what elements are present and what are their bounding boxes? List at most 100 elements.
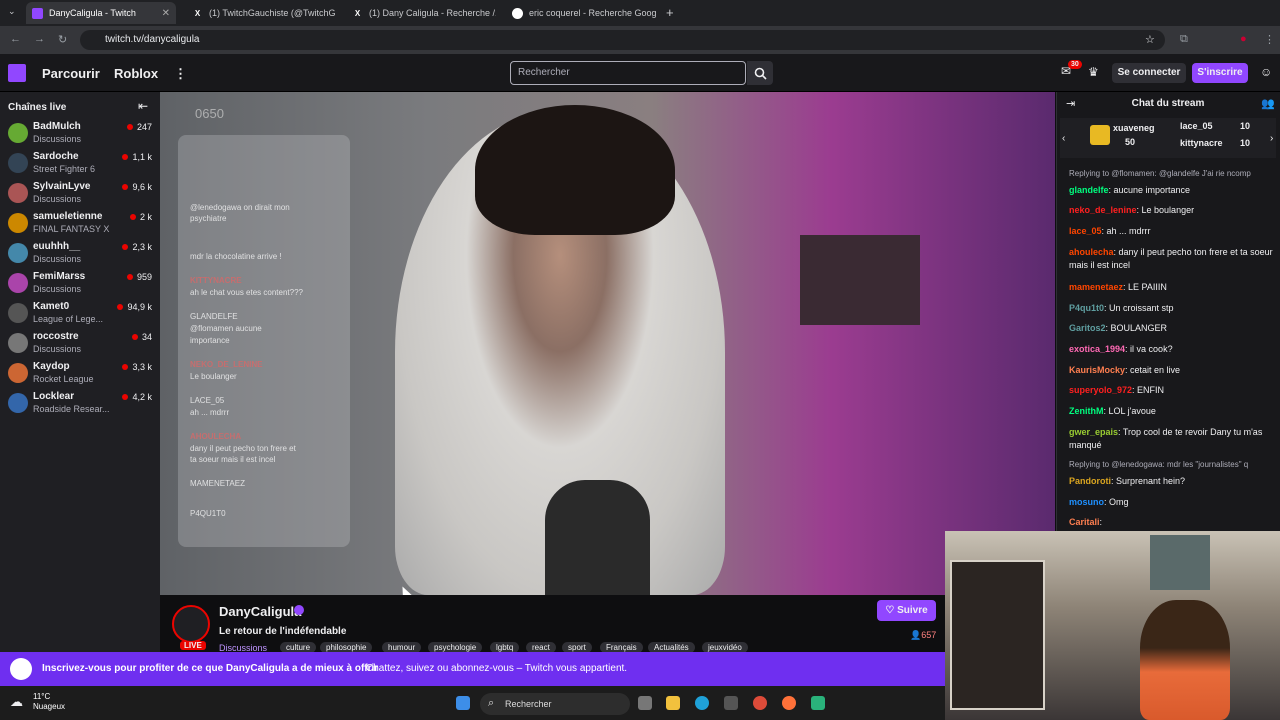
chat-username[interactable]: Caritali <box>1069 517 1100 527</box>
back-icon[interactable]: ← <box>10 33 21 45</box>
prime-crown-icon[interactable]: ♛ <box>1088 65 1099 79</box>
chat-text: : Omg <box>1104 497 1129 507</box>
channel-avatar <box>8 303 28 323</box>
gift-user: xuaveneg <box>1113 123 1155 133</box>
video-corner-number: 0650 <box>195 106 224 121</box>
login-button[interactable]: Se connecter <box>1112 63 1186 83</box>
app-icon[interactable] <box>811 696 825 710</box>
channel-name[interactable]: DanyCaligula <box>219 604 301 619</box>
sidebar-channel[interactable]: euuhhh__ Discussions 2,3 k <box>0 238 160 268</box>
new-tab-icon[interactable]: + <box>666 5 674 20</box>
windows-start-icon[interactable] <box>456 696 470 710</box>
channel-game: FINAL FANTASY X <box>33 224 110 234</box>
notification-badge: 30 <box>1068 60 1082 69</box>
browser-tab[interactable]: DanyCaligula - Twitch ✕ <box>26 2 176 24</box>
taskbar-search[interactable]: Rechercher <box>480 693 630 715</box>
collapse-sidebar-icon[interactable]: ⇤ <box>138 99 148 113</box>
sidebar-channel[interactable]: samueletienne FINAL FANTASY X 2 k <box>0 208 160 238</box>
extensions-icon[interactable]: ⧉ <box>1180 33 1188 46</box>
chat-text: : Le boulanger <box>1136 205 1195 215</box>
search-icon <box>754 67 767 80</box>
store-icon[interactable] <box>724 696 738 710</box>
chat-username[interactable]: ZenithM <box>1069 406 1104 416</box>
sidebar-channel[interactable]: roccostre Discussions 34 <box>0 328 160 358</box>
star-icon[interactable]: ☆ <box>1145 33 1155 46</box>
tab-title: (1) TwitchGauchiste (@TwitchG... <box>209 8 336 18</box>
signup-button[interactable]: S'inscrire <box>1192 63 1248 83</box>
user-icon[interactable]: ☺ <box>1260 65 1272 79</box>
weather-icon: ☁ <box>10 694 23 709</box>
chat-message: lace_05: ah ... mdrrr <box>1069 225 1274 238</box>
close-icon[interactable]: ✕ <box>162 8 170 19</box>
url-field[interactable]: twitch.tv/danycaligula <box>80 30 1165 50</box>
follow-button[interactable]: ♡ Suivre <box>877 600 936 621</box>
sidebar-channel[interactable]: SylvainLyve Discussions 9,6 k <box>0 178 160 208</box>
chat-message: glandelfe: aucune importance <box>1069 184 1274 197</box>
chevron-right-icon[interactable]: › <box>1270 133 1273 144</box>
browser-tab[interactable]: eric coquerel - Recherche Goog... ✕ <box>506 2 656 24</box>
task-view-icon[interactable] <box>638 696 652 710</box>
chat-message: Caritali: <box>1069 516 1274 529</box>
chat-username[interactable]: mamenetaez <box>1069 282 1123 292</box>
browser-tab[interactable]: X (1) Dany Caligula - Recherche /... ✕ <box>346 2 496 24</box>
sidebar-title: Chaînes live <box>8 102 67 113</box>
channel-avatar[interactable] <box>172 605 210 643</box>
menu-icon[interactable]: ⋮ <box>1264 33 1275 46</box>
chat-username[interactable]: mosuno <box>1069 497 1104 507</box>
channel-viewers: 34 <box>132 332 152 342</box>
reload-icon[interactable]: ↻ <box>58 33 67 46</box>
chat-username[interactable]: Pandoroti <box>1069 476 1111 486</box>
channel-viewers: 247 <box>127 122 152 132</box>
channel-game: Roadside Resear... <box>33 404 110 414</box>
search-button[interactable] <box>747 61 773 85</box>
x-logo-icon: X <box>194 8 201 18</box>
sidebar-channel[interactable]: Kaydop Rocket League 3,3 k <box>0 358 160 388</box>
sidebar-channel[interactable]: Kamet0 League of Lege... 94,9 k <box>0 298 160 328</box>
firefox-icon[interactable] <box>782 696 796 710</box>
channel-viewers: 9,6 k <box>122 182 152 192</box>
chrome-icon[interactable] <box>753 696 767 710</box>
overlay-chat-line: mdr la chocolatine arrive ! <box>190 252 282 261</box>
nav-roblox[interactable]: Roblox <box>114 66 158 81</box>
chat-username[interactable]: lace_05 <box>1069 226 1102 236</box>
profile-icon[interactable]: ● <box>1240 33 1247 45</box>
verified-icon <box>294 605 304 615</box>
weather-widget[interactable]: 11°C Nuageux <box>33 692 65 712</box>
chat-username[interactable]: neko_de_lenine <box>1069 205 1137 215</box>
channel-name: euuhhh__ <box>33 241 81 252</box>
weather-desc: Nuageux <box>33 702 66 711</box>
chat-username[interactable]: P4qu1t0 <box>1069 303 1104 313</box>
chat-text: : ah ... mdrrr <box>1101 226 1151 236</box>
sidebar-channel[interactable]: BadMulch Discussions 247 <box>0 118 160 148</box>
channel-name: Kamet0 <box>33 301 70 312</box>
channel-avatar <box>8 213 28 233</box>
chat-users-icon[interactable]: 👥 <box>1261 97 1275 110</box>
chat-text: : BOULANGER <box>1105 323 1168 333</box>
channel-game: Discussions <box>33 194 82 204</box>
tab-search-icon[interactable]: ⌄ <box>8 6 16 17</box>
channel-game: Discussions <box>33 284 82 294</box>
chat-username[interactable]: gwer_epais <box>1069 427 1118 437</box>
chat-title: Chat du stream <box>1131 98 1205 109</box>
chat-username[interactable]: KaurisMocky <box>1069 365 1125 375</box>
file-explorer-icon[interactable] <box>666 696 680 710</box>
sidebar-channel[interactable]: FemiMarss Discussions 959 <box>0 268 160 298</box>
chat-username[interactable]: exotica_1994 <box>1069 344 1125 354</box>
chat-username[interactable]: glandelfe <box>1069 185 1109 195</box>
sidebar-channel[interactable]: Locklear Roadside Resear... 4,2 k <box>0 388 160 418</box>
chat-message: ZenithM: LOL j'avoue <box>1069 405 1274 418</box>
edge-icon[interactable] <box>695 696 709 710</box>
chat-username[interactable]: superyolo_972 <box>1069 385 1132 395</box>
twitch-logo-icon[interactable] <box>8 64 26 82</box>
sidebar-channel[interactable]: Sardoche Street Fighter 6 1,1 k <box>0 148 160 178</box>
forward-icon[interactable]: → <box>34 33 45 45</box>
search-input[interactable]: Rechercher <box>510 61 746 85</box>
chat-username[interactable]: Garitos2 <box>1069 323 1106 333</box>
chevron-left-icon[interactable]: ‹ <box>1062 133 1065 144</box>
more-icon[interactable]: ⋮ <box>174 66 187 82</box>
channel-avatar <box>8 153 28 173</box>
channel-name: Sardoche <box>33 151 79 162</box>
chat-username[interactable]: ahoulecha <box>1069 247 1114 257</box>
browser-tab[interactable]: X (1) TwitchGauchiste (@TwitchG... ✕ <box>186 2 336 24</box>
nav-browse[interactable]: Parcourir <box>42 66 100 81</box>
